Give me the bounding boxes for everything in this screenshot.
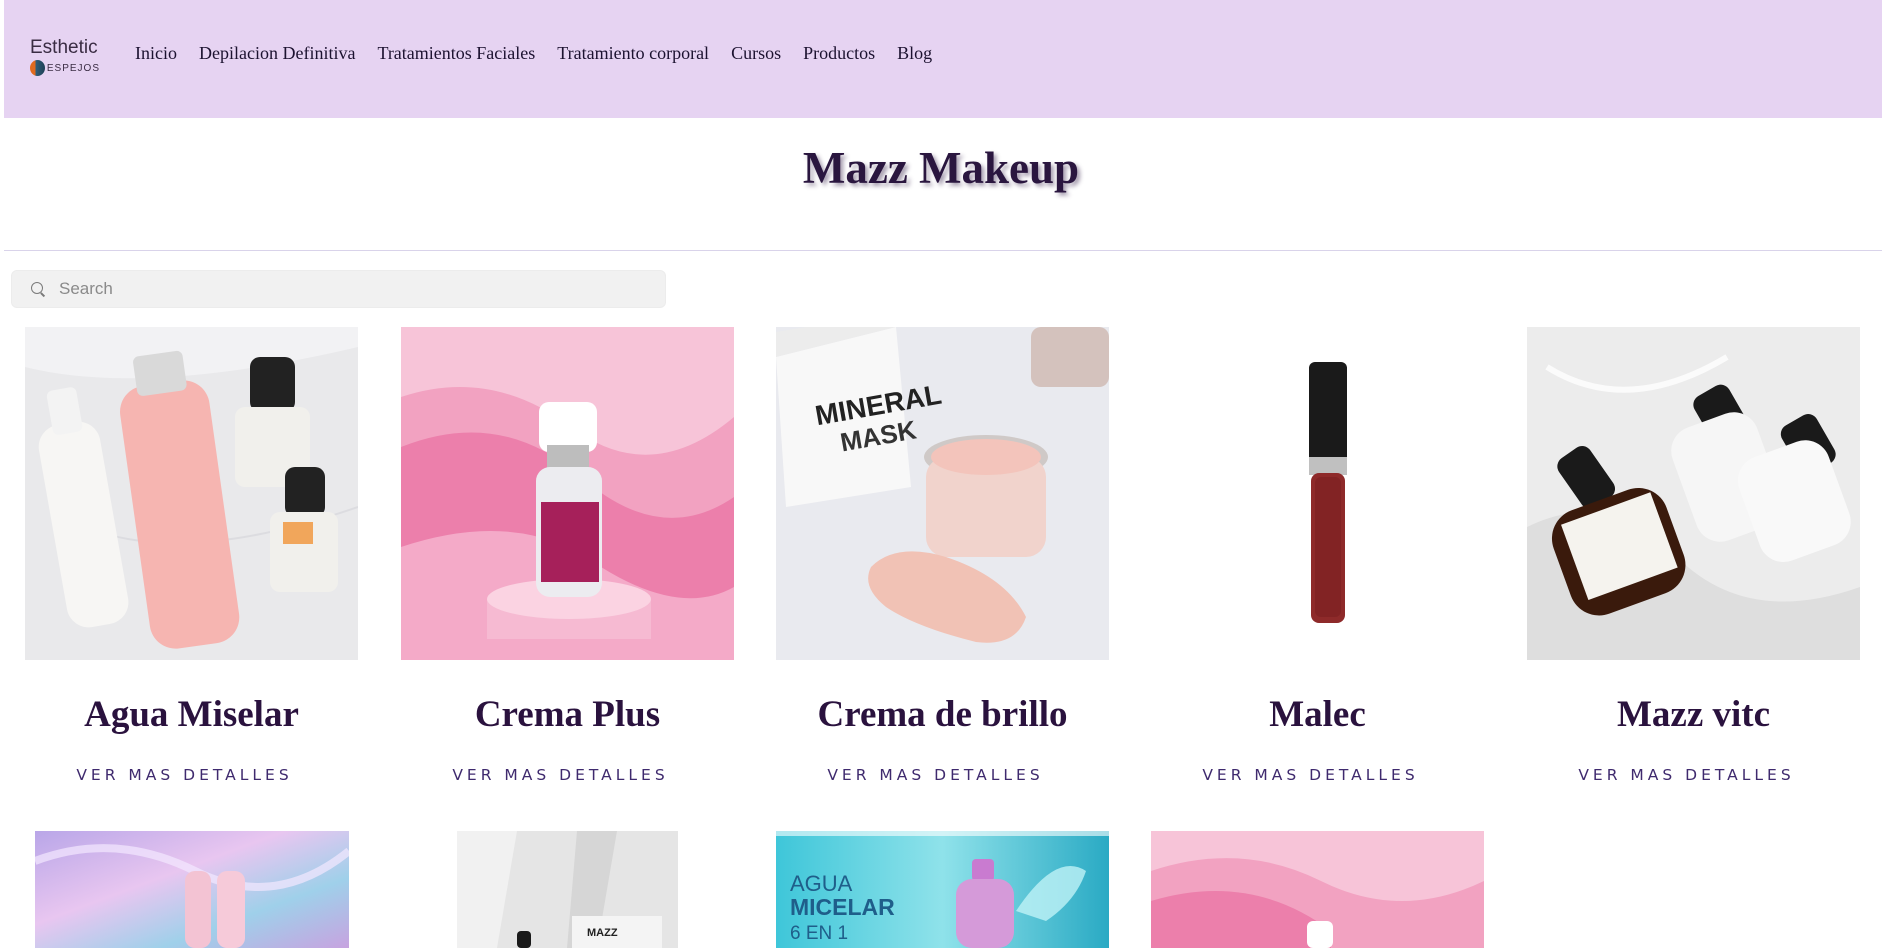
details-link-agua-miselar[interactable]: VER MAS DETALLES xyxy=(18,766,351,784)
banner-line-agua: AGUA xyxy=(790,871,853,896)
search-icon xyxy=(31,282,46,297)
details-link-crema-plus[interactable]: VER MAS DETALLES xyxy=(394,766,727,784)
product-name-mazz-vitc: Mazz vitc xyxy=(1616,694,1771,735)
search-input[interactable] xyxy=(59,279,619,299)
pink-waves-image[interactable] xyxy=(1151,831,1484,948)
main-nav: Inicio Depilacion Definitiva Tratamiento… xyxy=(135,43,954,64)
logo-subtitle: ESPEJOS xyxy=(46,62,100,74)
nav-tratamientos-faciales[interactable]: Tratamientos Faciales xyxy=(377,43,535,64)
crema-de-brillo-image[interactable]: MINERAL MASK xyxy=(776,327,1109,660)
svg-text:MAZZ: MAZZ xyxy=(587,927,618,939)
banner-line-6en1: 6 EN 1 xyxy=(790,923,848,944)
nav-inicio[interactable]: Inicio xyxy=(135,43,177,64)
banner-line-micelar: MICELAR xyxy=(790,894,895,920)
details-link-malec[interactable]: VER MAS DETALLES xyxy=(1144,766,1477,784)
agua-miselar-image[interactable] xyxy=(25,327,358,660)
logo-title: Esthetic xyxy=(30,37,98,58)
nav-cursos[interactable]: Cursos xyxy=(731,43,781,64)
site-header: Esthetic ESPEJOS Inicio Depilacion Defin… xyxy=(4,0,1882,118)
nav-depilacion-definitiva[interactable]: Depilacion Definitiva xyxy=(199,43,355,64)
search-bar[interactable] xyxy=(11,270,666,308)
details-link-mazz-vitc[interactable]: VER MAS DETALLES xyxy=(1520,766,1853,784)
divider xyxy=(4,250,1882,251)
malec-image[interactable] xyxy=(1151,327,1484,660)
product-name-malec: Malec xyxy=(1269,694,1366,735)
nav-blog[interactable]: Blog xyxy=(897,43,932,64)
crema-plus-image[interactable] xyxy=(401,327,734,660)
product-name-crema-plus: Crema Plus xyxy=(474,694,661,735)
mazz-white-bottle-image[interactable]: MAZZ xyxy=(457,831,678,948)
nav-tratamiento-corporal[interactable]: Tratamiento corporal xyxy=(557,43,709,64)
product-name-agua-miselar: Agua Miselar xyxy=(84,694,299,735)
logo-mark-icon xyxy=(30,60,45,76)
product-name-crema-de-brillo: Crema de brillo xyxy=(817,694,1068,735)
agua-micelar-banner-image[interactable]: AGUA MICELAR 6 EN 1 xyxy=(776,831,1109,948)
lipstick-iridescent-image[interactable] xyxy=(35,831,349,948)
site-logo[interactable]: Esthetic ESPEJOS xyxy=(30,38,100,78)
mazz-vitc-image[interactable] xyxy=(1527,327,1860,660)
details-link-crema-de-brillo[interactable]: VER MAS DETALLES xyxy=(769,766,1102,784)
nav-productos[interactable]: Productos xyxy=(803,43,875,64)
page-title: Mazz Makeup xyxy=(802,143,1080,193)
